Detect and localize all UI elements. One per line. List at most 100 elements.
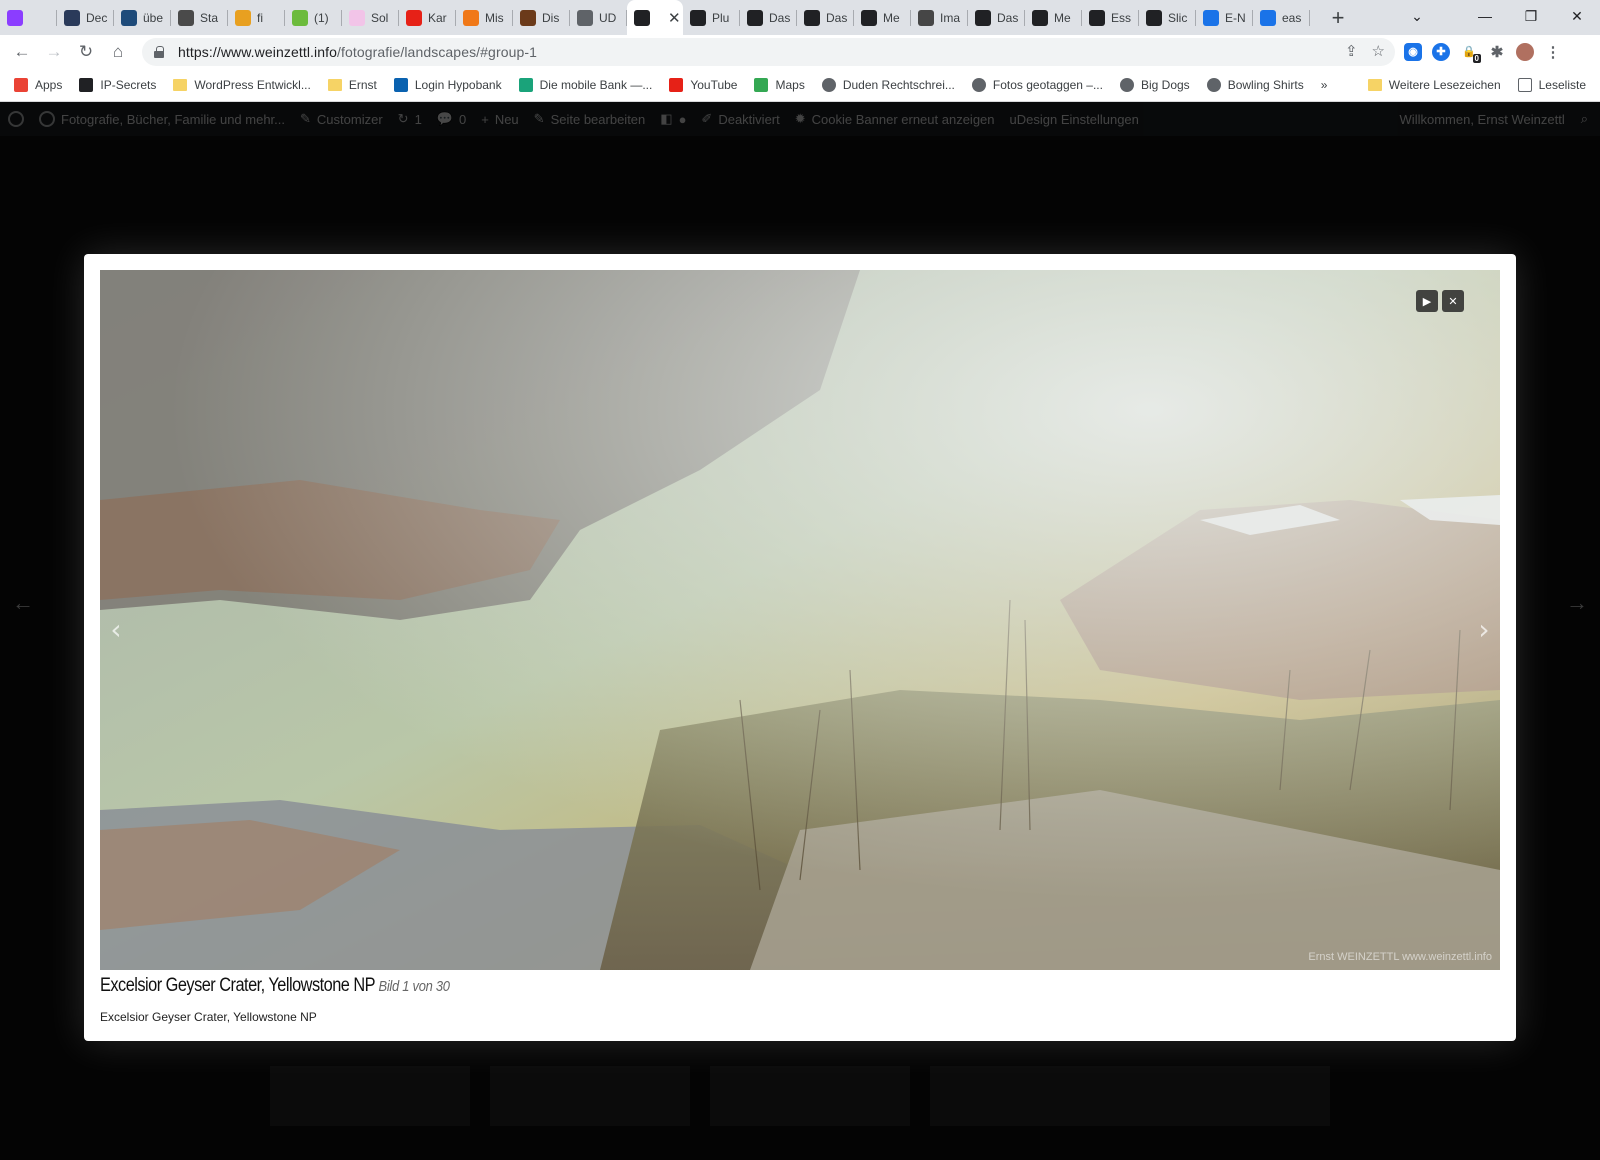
browser-tab[interactable]: Ess [1082, 0, 1139, 35]
wp-cookie-banner[interactable]: ✹ Cookie Banner erneut anzeigen [795, 111, 995, 127]
browser-tab[interactable]: Dec [57, 0, 114, 35]
lightbox-next-icon[interactable]: › [1474, 615, 1494, 645]
wp-deactivated[interactable]: ✐ Deaktiviert [701, 111, 779, 127]
bookmark-item[interactable]: Big Dogs [1119, 77, 1190, 92]
browser-tab[interactable]: ✕ [627, 0, 683, 35]
avatar[interactable] [1516, 42, 1534, 61]
browser-tab[interactable]: fi [228, 0, 285, 35]
page-ghost-block [930, 1066, 1130, 1126]
wp-search-icon[interactable]: ⌕ [1581, 111, 1588, 127]
slideshow-play-button[interactable]: ▶ [1416, 290, 1438, 312]
browser-tab[interactable]: Me [854, 0, 911, 35]
browser-tab[interactable]: Me [1025, 0, 1082, 35]
wp-customizer[interactable]: ✎ Customizer [300, 111, 383, 127]
close-window-icon[interactable]: ✕ [1554, 8, 1600, 25]
browser-tab[interactable] [0, 0, 57, 35]
reading-list-label: Leseliste [1538, 78, 1586, 92]
browser-tab[interactable]: Dis [513, 0, 570, 35]
pink-icon [349, 9, 365, 26]
extension-lock-icon[interactable]: 🔒 0 [1460, 42, 1481, 63]
other-bookmarks[interactable]: Weitere Lesezeichen [1367, 78, 1501, 92]
tab-label: fi [257, 10, 263, 25]
puzzle-icon[interactable]: ✱ [1488, 42, 1506, 61]
reload-icon[interactable]: ↻ [70, 38, 102, 66]
bookmark-item[interactable]: Login Hypobank [393, 77, 502, 92]
bookmark-item[interactable]: IP-Secrets [79, 77, 156, 92]
browser-tab[interactable]: Sol [342, 0, 399, 35]
browser-tab[interactable]: E-N [1196, 0, 1253, 35]
dashboard-icon [39, 111, 55, 127]
bookmarks-right: Weitere Lesezeichen Leseliste [1367, 68, 1586, 102]
wp-edit-page[interactable]: ✎ Seite bearbeiten [534, 111, 646, 127]
browser-tab[interactable]: (1) [285, 0, 342, 35]
browser-tab[interactable]: Das [968, 0, 1025, 35]
page-prev-arrow-icon[interactable]: ← [12, 590, 34, 616]
home-icon[interactable]: ⌂ [102, 38, 134, 66]
page-next-arrow-icon[interactable]: → [1566, 590, 1588, 616]
browser-tab[interactable]: Kar [399, 0, 456, 35]
wp-new[interactable]: + Neu [481, 112, 518, 127]
browser-tab[interactable]: UD [570, 0, 627, 35]
reading-list[interactable]: Leseliste [1517, 78, 1586, 92]
tab-label: übe [143, 10, 164, 25]
browser-tab[interactable]: Plu [683, 0, 740, 35]
browser-tab[interactable]: Das [740, 0, 797, 35]
forward-icon[interactable]: → [38, 38, 70, 66]
bookmark-item[interactable]: Die mobile Bank —... [518, 77, 652, 92]
lightbox-prev-icon[interactable]: ‹ [106, 615, 126, 645]
en-icon [1203, 9, 1219, 26]
bookmark-item[interactable]: Apps [14, 77, 63, 92]
youtube-icon [669, 77, 684, 92]
browser-tab[interactable]: übe [114, 0, 171, 35]
browser-tab[interactable]: Slic [1139, 0, 1196, 35]
browser-tab[interactable]: Ima [911, 0, 968, 35]
bookmark-item[interactable]: Bowling Shirts [1206, 77, 1304, 92]
new-tab-button[interactable]: + [1322, 0, 1354, 35]
extension-icon[interactable]: ✚ [1432, 42, 1450, 61]
lightbox-title: Excelsior Geyser Crater, Yellowstone NP B… [100, 975, 450, 997]
share-icon[interactable]: ⇪ [1345, 42, 1358, 60]
wp-logo-icon[interactable] [8, 111, 24, 127]
ip-icon [79, 77, 94, 92]
minimize-icon[interactable]: — [1462, 8, 1508, 24]
tab-close-icon[interactable]: ✕ [668, 9, 681, 27]
browser-tab[interactable]: Sta [171, 0, 228, 35]
tab-label: Slic [1168, 10, 1188, 25]
brush-icon: ✎ [300, 111, 311, 126]
wp-plugin-icons[interactable]: ◧ ● [660, 111, 686, 127]
address-bar[interactable]: https://www.weinzettl.info/fotografie/la… [142, 38, 1395, 66]
bookmarks-overflow-button[interactable]: » [1321, 78, 1328, 92]
comment-icon: 💬 [436, 111, 453, 126]
lightbox-image[interactable]: Ernst WEINZETTL www.weinzettl.info ▶ ✕ ‹… [100, 270, 1500, 970]
bookmark-label: Bowling Shirts [1227, 77, 1304, 92]
wp-comments-count: 0 [458, 111, 467, 127]
page-ghost-block [1130, 1066, 1330, 1126]
extension-icon[interactable]: ◉ [1404, 42, 1422, 61]
bookmark-label: Apps [35, 77, 63, 92]
eye-icon [1146, 9, 1162, 26]
wp-welcome[interactable]: Willkommen, Ernst Weinzettl [1400, 112, 1565, 127]
bookmark-item[interactable]: YouTube [669, 77, 737, 92]
bookmark-item[interactable]: Fotos geotaggen –... [971, 77, 1103, 92]
bookmark-item[interactable]: Duden Rechtschrei... [821, 77, 955, 92]
wp-comments[interactable]: 💬 0 [437, 111, 466, 127]
restore-icon[interactable]: ❐ [1508, 8, 1554, 25]
tab-search-icon[interactable]: ⌄ [1392, 8, 1442, 25]
wp-updates[interactable]: ↻ 1 [398, 111, 422, 127]
back-icon[interactable]: ← [6, 38, 38, 66]
bookmark-item[interactable]: Ernst [327, 78, 377, 92]
wp-site-name[interactable]: Fotografie, Bücher, Familie und mehr... [39, 111, 285, 127]
url-text[interactable]: https://www.weinzettl.info/fotografie/la… [178, 44, 537, 60]
folder-icon [327, 78, 342, 91]
bookmark-item[interactable]: WordPress Entwickl... [173, 78, 311, 92]
wp-udesign[interactable]: uDesign Einstellungen [1010, 112, 1139, 127]
browser-tab[interactable]: eas [1253, 0, 1310, 35]
browser-tab[interactable]: Das [797, 0, 854, 35]
browser-tab[interactable]: Mis [456, 0, 513, 35]
bookmark-item[interactable]: Maps [754, 77, 805, 92]
tab-label: Kar [428, 10, 447, 25]
menu-kebab-icon[interactable]: ⋮ [1544, 42, 1562, 61]
lightbox-close-button[interactable]: ✕ [1442, 290, 1464, 312]
lock-icon[interactable] [154, 46, 164, 58]
bookmark-star-icon[interactable]: ☆ [1372, 42, 1385, 60]
